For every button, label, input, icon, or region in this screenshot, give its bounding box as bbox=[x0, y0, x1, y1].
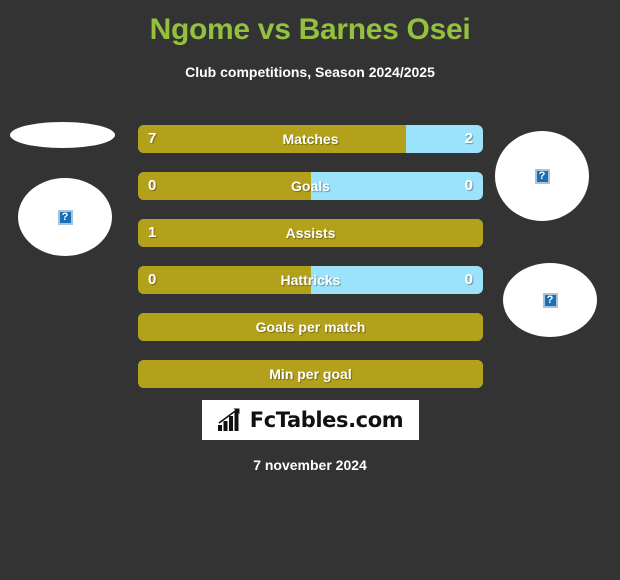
broken-image-icon: ? bbox=[534, 168, 550, 184]
stat-bar-label: Hattricks bbox=[280, 272, 341, 288]
broken-image-icon: ? bbox=[542, 292, 558, 308]
stat-bar-away-value: 0 bbox=[464, 177, 473, 194]
stat-bar-away-value: 0 bbox=[464, 271, 473, 288]
home-player-photo-top bbox=[10, 122, 115, 148]
bar-chart-arrow-icon bbox=[217, 408, 240, 431]
stat-bar: 0 Hattricks 0 bbox=[138, 266, 483, 294]
stat-bar: 0 Goals 0 bbox=[138, 172, 483, 200]
stat-bar-label: Goals bbox=[291, 178, 330, 194]
date-label: 7 november 2024 bbox=[253, 457, 367, 473]
away-player-photo: ? bbox=[495, 131, 589, 221]
page-subtitle: Club competitions, Season 2024/2025 bbox=[185, 64, 435, 80]
home-player-photo: ? bbox=[18, 178, 112, 256]
fctables-logo[interactable]: FcTables.com bbox=[202, 400, 419, 440]
stat-bar: 7 Matches 2 bbox=[138, 125, 483, 153]
logo-text: FcTables.com bbox=[249, 408, 404, 432]
stat-bar-label: Goals per match bbox=[255, 319, 366, 335]
stat-bar: Goals per match bbox=[138, 313, 483, 341]
stat-bar: Min per goal bbox=[138, 360, 483, 388]
stat-bar-away-value: 2 bbox=[464, 130, 473, 147]
stat-bar: 1 Assists bbox=[138, 219, 483, 247]
stat-bar-label: Assists bbox=[285, 225, 336, 241]
stat-bar-label: Min per goal bbox=[269, 366, 352, 382]
stat-bar-list: 7 Matches 2 0 Goals 0 1 Assists 0 Hattricks 0 Goals… bbox=[138, 125, 483, 407]
stat-bar-label: Matches bbox=[282, 131, 339, 147]
stats-comparison-card: Ngome vs Barnes Osei Club competitions, … bbox=[0, 0, 620, 580]
page-title: Ngome vs Barnes Osei bbox=[149, 13, 471, 46]
broken-image-icon: ? bbox=[57, 209, 73, 225]
away-player-photo-bottom: ? bbox=[503, 263, 597, 337]
